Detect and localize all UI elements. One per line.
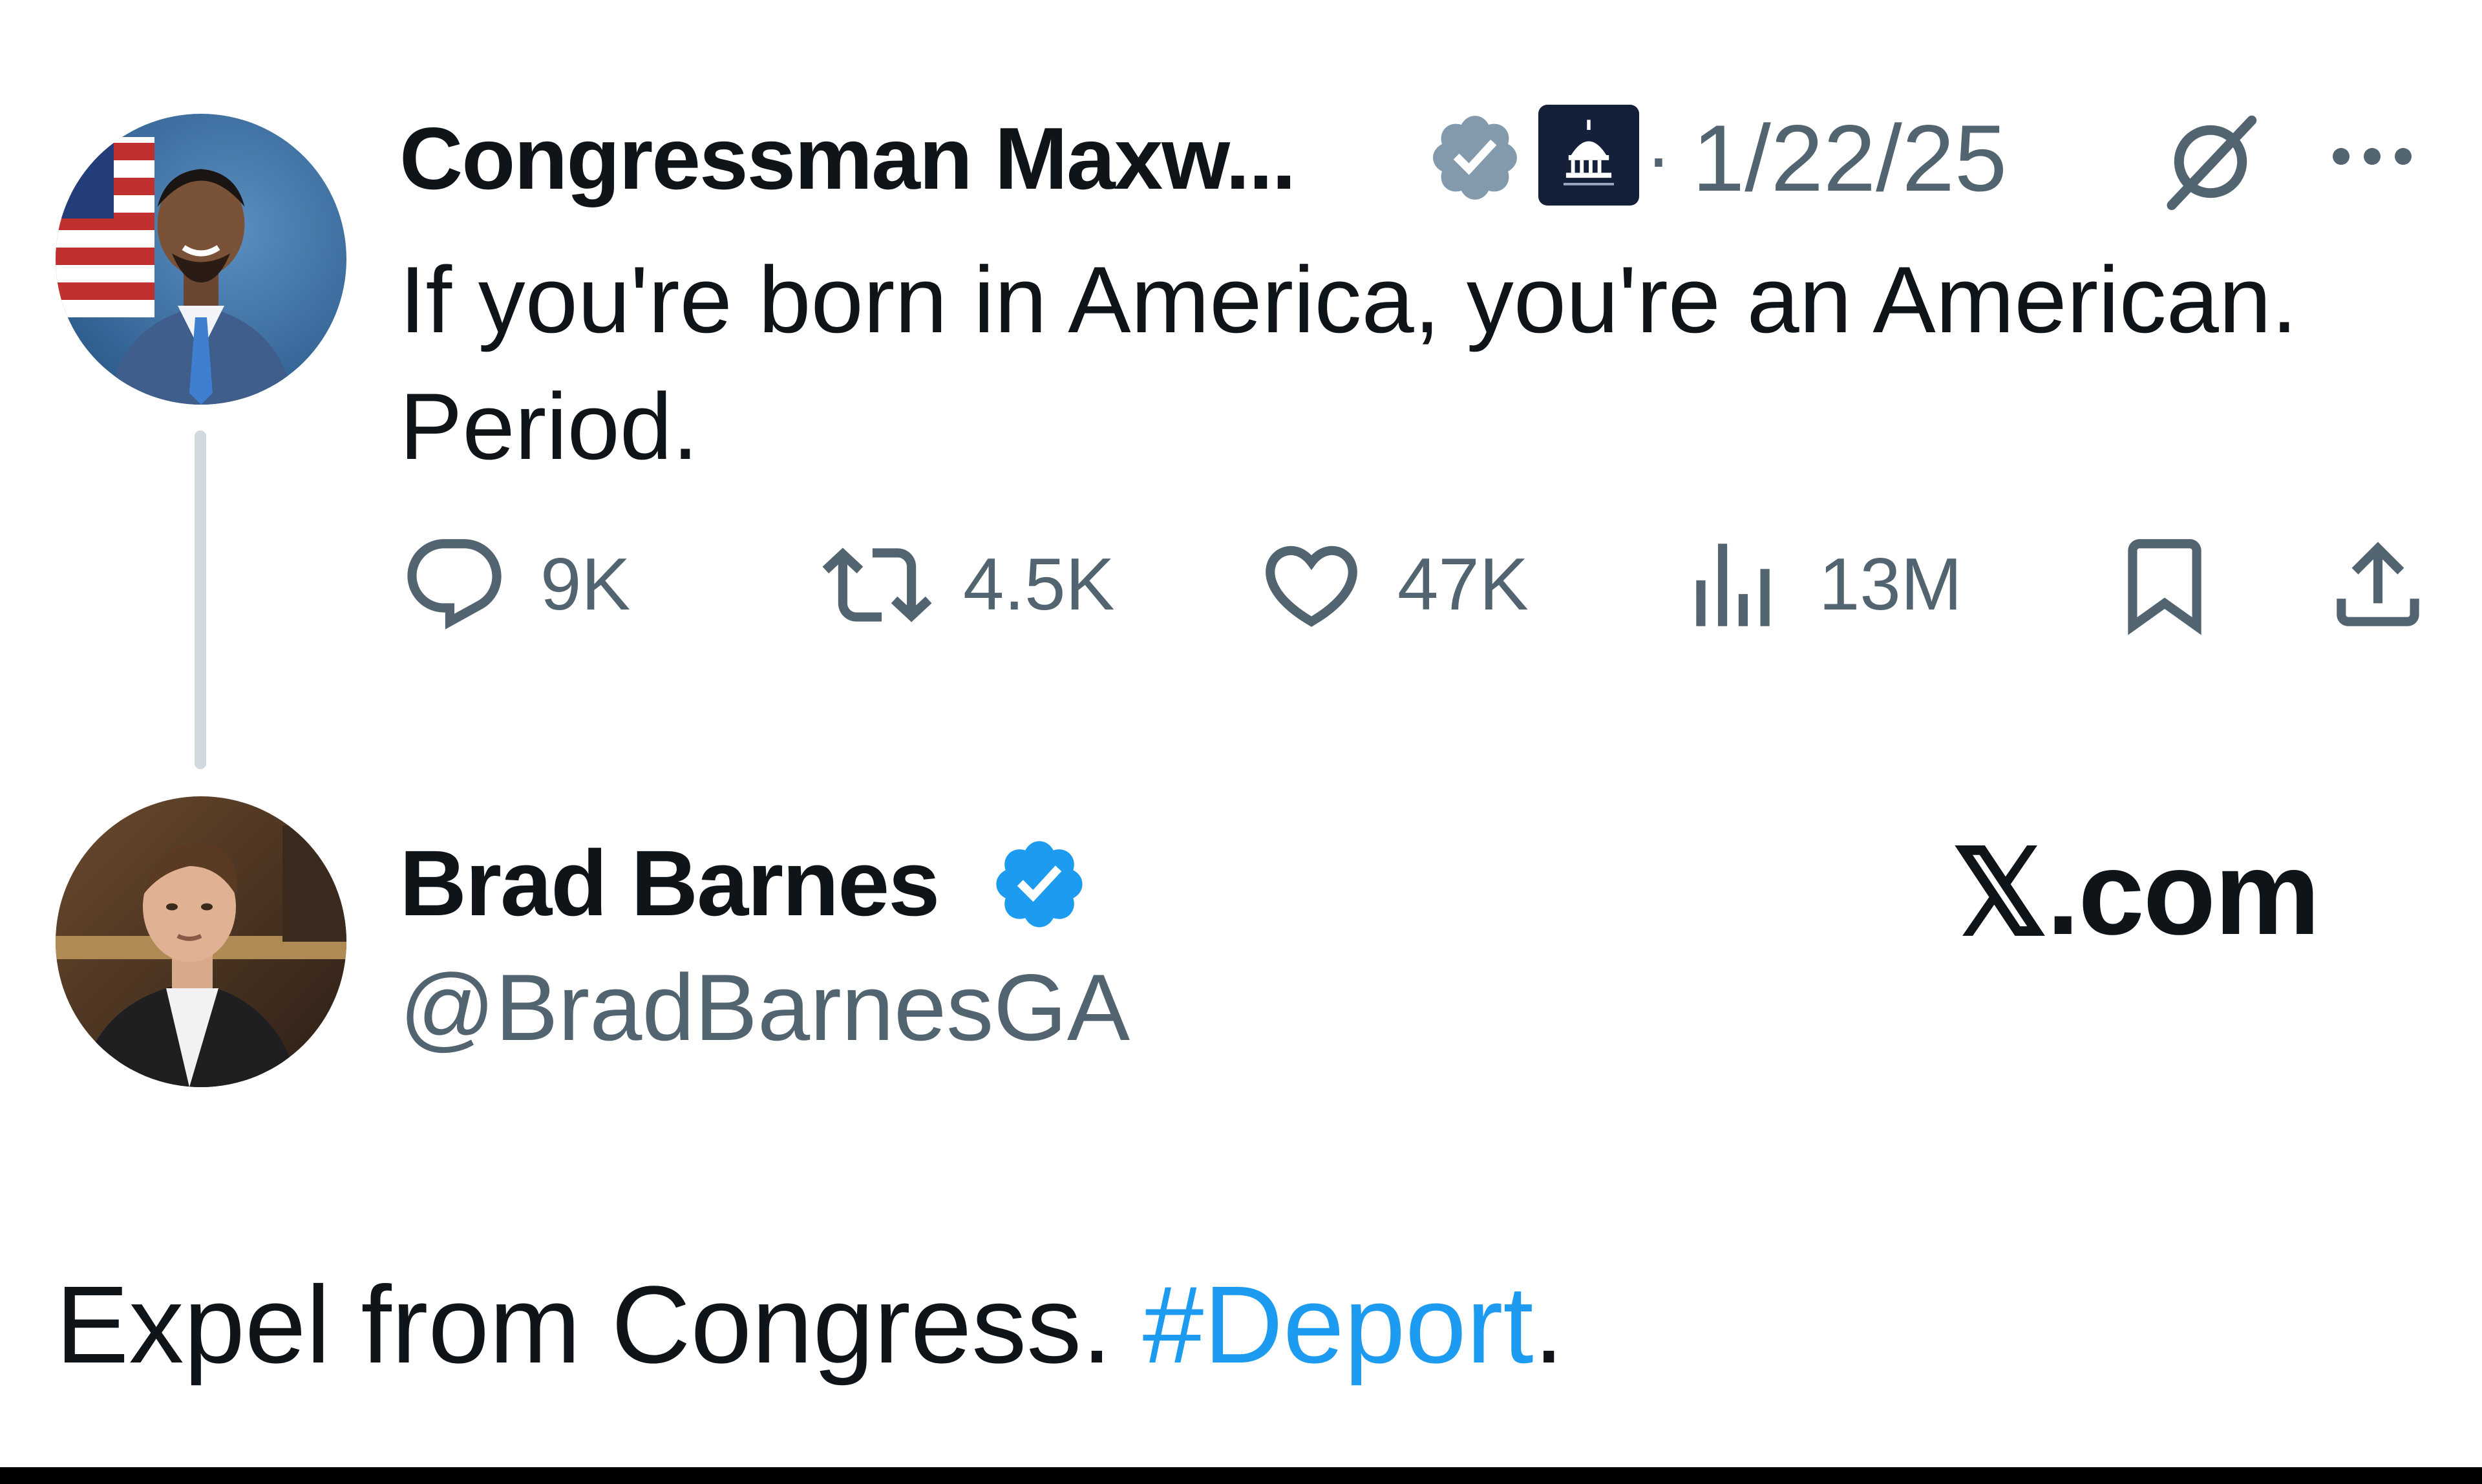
separator-dot: · [1646,114,1671,200]
reply-button[interactable]: 9K [399,530,630,640]
like-button[interactable]: 47K [1257,530,1529,640]
reply-icon [407,539,502,630]
site-watermark: 𝕏.com [1952,826,2320,959]
capitol-dome-icon[interactable] [1538,105,1639,206]
repost-icon [822,547,932,622]
reply-text-end: . [1533,1264,1564,1386]
bottom-edge-bar [0,1467,2482,1484]
quoted-author-name[interactable]: Congressman Maxw... [399,103,1296,213]
congressman-avatar[interactable] [56,114,346,405]
reply-text-main: Expel from Congress. [56,1264,1143,1386]
repost-count: 4.5K [963,544,1115,626]
share-button[interactable] [2323,530,2433,640]
reply-post-text: Expel from Congress. #Deport. [56,1260,1564,1390]
reply-count: 9K [540,544,631,626]
reply-author-name[interactable]: Brad Barnes [399,829,940,938]
views-count: 13M [1819,544,1962,626]
bookmark-button[interactable] [2110,530,2220,640]
bookmark-icon [2128,539,2201,635]
share-icon [2337,542,2419,626]
repost-button[interactable]: 4.5K [822,530,1115,640]
hashtag-link[interactable]: #Deport [1143,1264,1534,1386]
reply-author-handle[interactable]: @BradBarnesGA [399,953,1130,1063]
gray-verified-icon[interactable] [1426,109,1524,207]
like-count: 47K [1397,544,1529,626]
views-button[interactable]: 13M [1678,530,1962,640]
post-date[interactable]: 1/22/25 [1692,103,2007,213]
views-icon [1696,544,1770,626]
more-icon[interactable] [2327,137,2417,176]
brad-barnes-avatar[interactable] [56,796,346,1087]
blue-verified-icon[interactable] [989,834,1090,935]
like-icon [1266,546,1357,627]
grok-icon[interactable] [2152,103,2269,220]
thread-connector-line [195,430,206,769]
quoted-post-text: If you're born in America, you're an Ame… [399,247,2298,479]
